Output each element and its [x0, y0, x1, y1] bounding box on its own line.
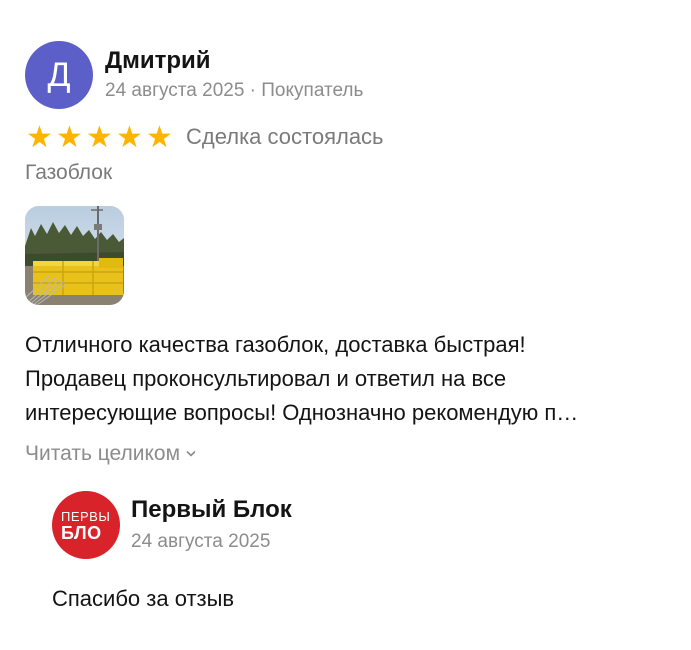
- construction-photo-image: [25, 206, 124, 305]
- seller-logo[interactable]: ПЕРВЫ БЛО: [52, 491, 120, 559]
- star-icon: ★: [116, 120, 143, 154]
- author-name[interactable]: Дмитрий: [105, 46, 363, 76]
- seller-reply-header: ПЕРВЫ БЛО Первый Блок 24 августа 2025: [52, 489, 292, 561]
- review-header: Д Дмитрий 24 августа 2025 · Покупатель: [25, 40, 363, 110]
- seller-logo-text-top: ПЕРВЫ: [61, 509, 111, 524]
- review-meta: 24 августа 2025 · Покупатель: [105, 80, 364, 101]
- avatar-letter: Д: [47, 55, 71, 94]
- deal-status: Сделка состоялась: [186, 124, 384, 149]
- author-block: Дмитрий 24 августа 2025 · Покупатель: [105, 46, 363, 104]
- read-more-button[interactable]: Читать целиком: [25, 442, 196, 466]
- seller-logo-text-bottom: БЛО: [61, 523, 102, 543]
- reply-date: 24 августа 2025: [131, 531, 271, 552]
- seller-name[interactable]: Первый Блок: [131, 495, 292, 525]
- seller-block: Первый Блок 24 августа 2025: [131, 495, 292, 555]
- star-icon: ★: [26, 120, 53, 154]
- product-name: Газоблок: [25, 161, 113, 184]
- review-text-line: Продавец проконсультировал и ответил на …: [25, 366, 507, 391]
- star-rating: ★ ★ ★ ★ ★: [25, 120, 175, 154]
- author-avatar[interactable]: Д: [25, 41, 93, 109]
- review-text-line: Отличного качества газоблок, доставка бы…: [25, 332, 526, 357]
- star-icon: ★: [86, 120, 113, 154]
- review-photo[interactable]: [25, 206, 124, 305]
- rating-row: ★ ★ ★ ★ ★ Сделка состоялась: [25, 120, 384, 154]
- star-icon: ★: [146, 120, 173, 154]
- chevron-down-icon: [186, 451, 196, 457]
- review-text: Отличного качества газоблок, доставка бы…: [25, 328, 665, 430]
- read-more-label: Читать целиком: [25, 442, 181, 465]
- review-text-line: интересующие вопросы! Однозначно рекомен…: [25, 400, 579, 425]
- reply-text: Спасибо за отзыв: [52, 586, 235, 611]
- star-icon: ★: [56, 120, 83, 154]
